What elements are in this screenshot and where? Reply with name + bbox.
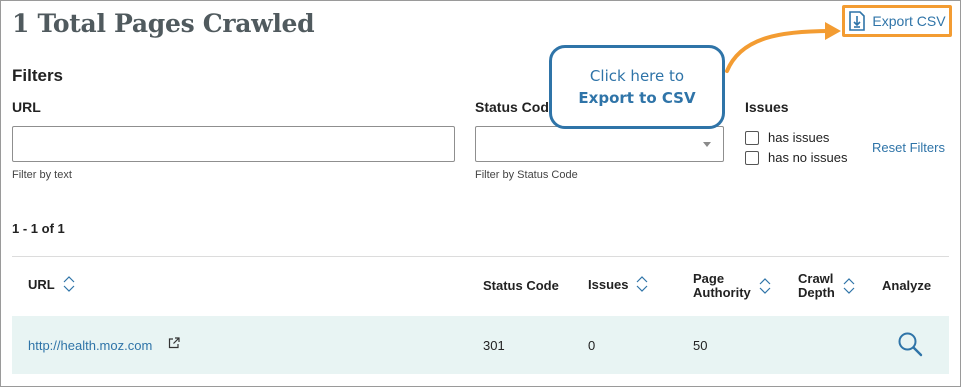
pagination-summary: 1 - 1 of 1	[12, 221, 65, 236]
column-header-page-authority-line2: Authority	[693, 285, 751, 300]
issues-filter-label: Issues	[745, 99, 789, 115]
sort-icon[interactable]	[63, 275, 75, 293]
callout-arrow	[725, 22, 841, 73]
has-issues-label: has issues	[768, 130, 830, 145]
table-divider	[12, 256, 949, 257]
column-header-url[interactable]: URL	[28, 275, 75, 293]
chevron-down-icon	[703, 142, 711, 147]
export-callout: Click here to Export to CSV	[549, 45, 725, 129]
column-header-issues-label: Issues	[588, 276, 629, 292]
status-code-filter-label: Status Code	[475, 99, 557, 115]
export-csv-button[interactable]: Export CSV	[842, 5, 952, 37]
column-header-page-authority-line1: Page	[693, 271, 725, 286]
sort-icon[interactable]	[636, 275, 648, 293]
status-code-filter-help: Filter by Status Code	[475, 169, 578, 181]
column-header-crawl-depth-line1: Crawl	[798, 271, 834, 286]
has-no-issues-checkbox[interactable]: has no issues	[745, 150, 848, 165]
column-header-page-authority-label: Page Authority	[693, 272, 751, 299]
page-title: 1 Total Pages Crawled	[12, 9, 315, 38]
sort-icon[interactable]	[759, 277, 771, 295]
crawled-pages-panel: 1 Total Pages Crawled Export CSV Filters…	[0, 0, 961, 387]
column-header-crawl-depth-label: Crawl Depth	[798, 272, 835, 299]
status-code-select[interactable]	[475, 126, 724, 162]
reset-filters-link[interactable]: Reset Filters	[872, 140, 945, 155]
checkbox-box[interactable]	[745, 150, 759, 165]
row-page-authority: 50	[693, 338, 708, 353]
has-issues-checkbox[interactable]: has issues	[745, 130, 829, 145]
search-icon[interactable]	[897, 331, 923, 357]
row-status-code: 301	[483, 338, 505, 353]
column-header-status-code-label: Status Code	[483, 278, 559, 293]
has-no-issues-label: has no issues	[768, 150, 848, 165]
url-filter-input[interactable]	[12, 126, 455, 162]
row-url-link[interactable]: http://health.moz.com	[28, 338, 152, 353]
column-header-crawl-depth[interactable]: Crawl Depth	[798, 272, 855, 299]
column-header-status-code: Status Code	[483, 279, 559, 292]
url-filter-label: URL	[12, 99, 41, 115]
checkbox-box[interactable]	[745, 130, 759, 145]
download-file-icon	[849, 11, 866, 31]
url-filter-help: Filter by text	[12, 169, 72, 181]
column-header-analyze-label: Analyze	[882, 278, 932, 293]
column-header-url-label: URL	[28, 276, 55, 292]
export-csv-label: Export CSV	[872, 13, 946, 29]
row-issues: 0	[588, 338, 596, 353]
filters-heading: Filters	[12, 66, 64, 85]
callout-line-2: Export to CSV	[578, 89, 696, 107]
callout-line-1: Click here to	[589, 67, 685, 85]
external-link-icon[interactable]	[168, 337, 180, 349]
column-header-crawl-depth-line2: Depth	[798, 285, 835, 300]
column-header-analyze: Analyze	[882, 279, 931, 292]
column-header-page-authority[interactable]: Page Authority	[693, 272, 771, 299]
column-header-issues[interactable]: Issues	[588, 275, 648, 293]
sort-icon[interactable]	[843, 277, 855, 295]
table-row	[12, 316, 949, 374]
